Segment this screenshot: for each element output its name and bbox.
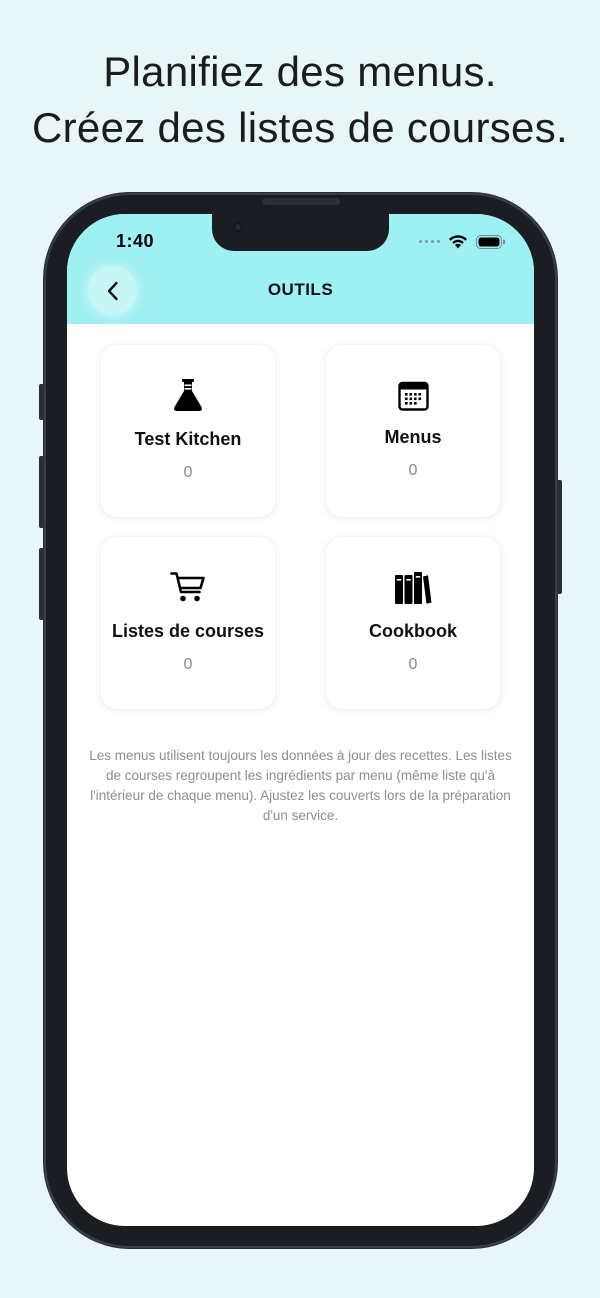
status-icons [419,234,506,249]
flask-icon [174,379,202,411]
card-cookbook[interactable]: Cookbook 0 [326,537,500,709]
phone-screen: 1:40 OUTILS Test Kitchen 0 Menus 0 Liste… [67,214,534,1226]
card-count: 0 [183,656,193,673]
headline-line-1: Planifiez des menus. [103,48,497,95]
power-button [557,480,562,594]
card-label: Menus [384,427,442,447]
card-listes-de-courses[interactable]: Listes de courses 0 [101,537,275,709]
card-label: Test Kitchen [134,429,242,449]
card-count: 0 [183,464,193,481]
phone-speaker [262,198,340,205]
cart-icon [170,572,205,602]
camera-icon [233,222,243,232]
card-label: Listes de courses [111,621,265,641]
status-time: 1:40 [116,231,155,251]
marketing-headline: Planifiez des menus. Créez des listes de… [0,44,600,156]
calendar-icon [397,381,429,411]
battery-icon [476,234,505,249]
card-menus[interactable]: Menus 0 [326,345,500,517]
info-note: Les menus utilisent toujours les données… [89,748,512,823]
phone-notch [212,214,389,251]
card-test-kitchen[interactable]: Test Kitchen 0 [101,345,275,517]
headline-line-2: Créez des listes de courses. [32,104,568,151]
card-label: Cookbook [369,621,457,641]
page-title: OUTILS [267,280,334,299]
card-count: 0 [408,462,418,479]
signal-dots-icon [419,240,440,243]
wifi-icon [449,235,467,249]
card-count: 0 [408,656,418,673]
books-icon [395,572,432,604]
